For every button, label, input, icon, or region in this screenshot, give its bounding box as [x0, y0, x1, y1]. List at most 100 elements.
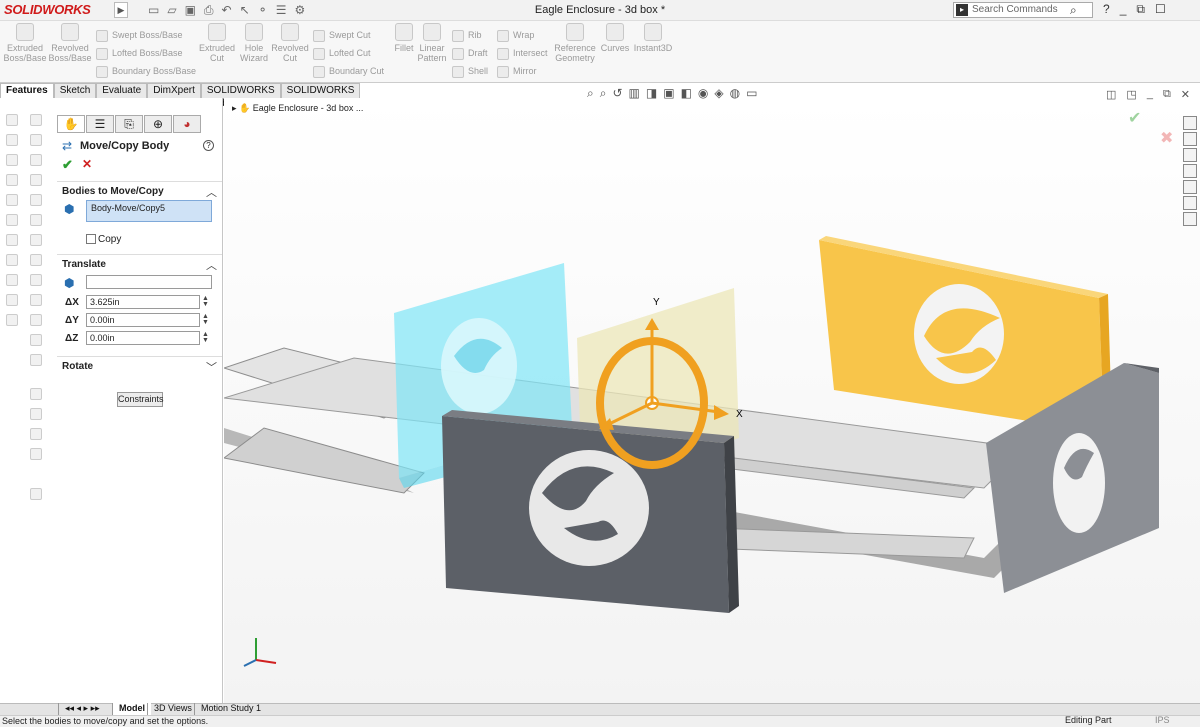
search-mode-icon[interactable]: ▸: [956, 4, 968, 16]
feature-tree-root[interactable]: ▸ ✋ Eagle Enclosure - 3d box ...: [232, 103, 363, 114]
rotate-section-header[interactable]: Rotate ﹀: [57, 356, 222, 374]
tool-icon[interactable]: [6, 194, 18, 206]
help-icon[interactable]: ?: [203, 140, 214, 151]
tool-icon[interactable]: [30, 194, 42, 206]
lofted-boss-button[interactable]: Lofted Boss/Base: [96, 45, 183, 61]
chevron-up-icon[interactable]: ︿: [206, 184, 217, 200]
viewport-tile-icon[interactable]: ◫: [1106, 88, 1116, 101]
delta-y-field[interactable]: 0.00in: [86, 313, 200, 327]
draft-button[interactable]: Draft: [452, 45, 488, 61]
status-units[interactable]: IPS: [1155, 715, 1170, 726]
tool-icon[interactable]: [6, 154, 18, 166]
tool-icon[interactable]: [30, 314, 42, 326]
tab-evaluate[interactable]: Evaluate: [96, 83, 148, 98]
tab-dimxpert[interactable]: DimXpert: [147, 83, 201, 98]
boundary-cut-button[interactable]: Boundary Cut: [313, 63, 384, 79]
restore-icon[interactable]: ⧉: [1136, 2, 1145, 17]
appearances-icon[interactable]: [1183, 196, 1197, 210]
delta-x-spinner-icon[interactable]: ▲ ▼: [202, 295, 209, 308]
wrap-button[interactable]: Wrap: [497, 27, 534, 43]
display-manager-tab-icon[interactable]: ◕: [173, 115, 201, 133]
view-palette-icon[interactable]: [1183, 180, 1197, 194]
tool-icon[interactable]: [30, 334, 42, 346]
viewport-split-icon[interactable]: ◳: [1126, 88, 1136, 101]
revolved-cut-button[interactable]: Revolved Cut: [268, 23, 312, 63]
extruded-boss-button[interactable]: Extruded Boss/Base: [3, 23, 47, 63]
zoom-to-fit-icon[interactable]: ⌕: [587, 86, 594, 101]
tool-icon[interactable]: [30, 448, 42, 460]
expand-arrow-icon[interactable]: ▸: [232, 103, 239, 113]
graphics-area[interactable]: Y X: [224, 98, 1200, 703]
copy-checkbox[interactable]: [86, 234, 96, 244]
constraints-button[interactable]: Constraints: [117, 392, 164, 407]
tab-solidworks-mbd[interactable]: SOLIDWORKS MBD: [280, 83, 361, 109]
tool-icon[interactable]: [30, 214, 42, 226]
tool-icon[interactable]: [30, 274, 42, 286]
chevron-up-icon[interactable]: ︿: [206, 257, 217, 273]
tab-sketch[interactable]: Sketch: [53, 83, 97, 98]
tab-model[interactable]: Model: [112, 703, 151, 715]
tool-icon[interactable]: [6, 254, 18, 266]
tab-scroll-arrows[interactable]: ◂◂ ◂ ▸ ▸▸: [58, 703, 110, 715]
edit-appearance-icon[interactable]: ◈: [714, 86, 723, 101]
tool-icon[interactable]: [30, 388, 42, 400]
translate-reference-field[interactable]: [86, 275, 212, 289]
tool-icon[interactable]: [6, 134, 18, 146]
tool-icon[interactable]: [30, 488, 42, 500]
instant3d-button[interactable]: Instant3D: [631, 23, 675, 53]
tool-icon[interactable]: [30, 354, 42, 366]
tool-icon[interactable]: [30, 408, 42, 420]
view-orientation-icon[interactable]: ▣: [663, 86, 674, 101]
revolved-boss-button[interactable]: Revolved Boss/Base: [48, 23, 92, 63]
previous-view-icon[interactable]: ↺: [612, 86, 622, 101]
display-style-icon[interactable]: ◧: [681, 86, 692, 101]
property-manager-tab-icon[interactable]: ☰: [86, 115, 114, 133]
rib-button[interactable]: Rib: [452, 27, 482, 43]
dynamic-annotation-icon[interactable]: ◨: [646, 86, 657, 101]
reference-geometry-button[interactable]: Reference Geometry: [553, 23, 597, 63]
minimize-icon[interactable]: _: [1120, 2, 1127, 17]
tool-icon[interactable]: [30, 234, 42, 246]
delta-z-field[interactable]: 0.00in: [86, 331, 200, 345]
swept-boss-button[interactable]: Swept Boss/Base: [96, 27, 183, 43]
help-icon[interactable]: ?: [1103, 2, 1110, 17]
file-explorer-icon[interactable]: [1183, 164, 1197, 178]
delta-y-spinner-icon[interactable]: ▲ ▼: [202, 313, 209, 326]
dimxpert-manager-tab-icon[interactable]: ⊕: [144, 115, 172, 133]
tool-icon[interactable]: [6, 314, 18, 326]
tool-icon[interactable]: [30, 174, 42, 186]
lofted-cut-button[interactable]: Lofted Cut: [313, 45, 371, 61]
viewport-close-icon[interactable]: ✕: [1181, 88, 1190, 101]
confirm-corner-cancel-icon[interactable]: ✖: [1160, 128, 1173, 148]
intersect-button[interactable]: Intersect: [497, 45, 548, 61]
tool-icon[interactable]: [6, 234, 18, 246]
bodies-section-header[interactable]: Bodies to Move/Copy ︿: [57, 181, 222, 199]
tool-icon[interactable]: [30, 294, 42, 306]
tool-icon[interactable]: [30, 134, 42, 146]
custom-properties-icon[interactable]: [1183, 212, 1197, 226]
tool-icon[interactable]: [30, 254, 42, 266]
tab-features[interactable]: Features: [0, 83, 54, 98]
delta-z-spinner-icon[interactable]: ▲ ▼: [202, 331, 209, 344]
tool-icon[interactable]: [6, 174, 18, 186]
viewport-restore-icon[interactable]: ⧉: [1163, 88, 1171, 101]
home-icon[interactable]: [1183, 116, 1197, 130]
resources-icon[interactable]: [1183, 132, 1197, 146]
tool-icon[interactable]: [6, 294, 18, 306]
zoom-area-icon[interactable]: ⌕: [600, 86, 607, 101]
tab-motion-study-1[interactable]: Motion Study 1: [194, 703, 267, 715]
tool-icon[interactable]: [30, 114, 42, 126]
boundary-boss-button[interactable]: Boundary Boss/Base: [96, 63, 196, 79]
viewport-minimize-icon[interactable]: _: [1147, 88, 1153, 101]
linear-pattern-button[interactable]: Linear Pattern: [410, 23, 454, 63]
chevron-down-icon[interactable]: ﹀: [206, 359, 217, 375]
tool-icon[interactable]: [30, 154, 42, 166]
tab-solidworks-addins[interactable]: SOLIDWORKS Add-Ins: [200, 83, 281, 109]
tab-3d-views[interactable]: 3D Views: [147, 703, 198, 715]
configuration-manager-tab-icon[interactable]: ⎘: [115, 115, 143, 133]
feature-manager-tab-icon[interactable]: ✋: [57, 115, 85, 133]
apply-scene-icon[interactable]: ◍: [730, 86, 740, 101]
tool-icon[interactable]: [6, 114, 18, 126]
tool-icon[interactable]: [6, 274, 18, 286]
view-settings-icon[interactable]: ▭: [746, 86, 757, 101]
